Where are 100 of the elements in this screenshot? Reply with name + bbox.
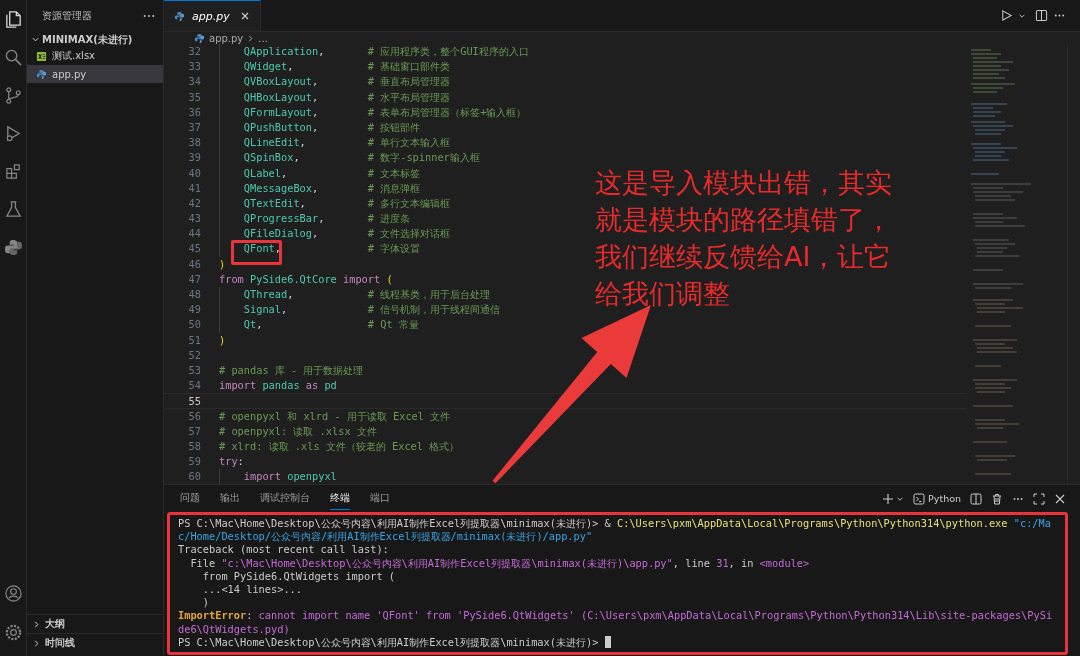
- files-icon[interactable]: [3, 10, 23, 29]
- code-line: QFormLayout, # 表单布局管理器（标签+输入框）: [243, 104, 527, 120]
- add-icon[interactable]: [882, 492, 895, 505]
- line-number: 59: [187, 454, 201, 470]
- branch-icon[interactable]: [3, 86, 23, 105]
- terminal-profile-button[interactable]: Python: [913, 492, 961, 505]
- line-number: 44: [187, 226, 201, 242]
- terminal-line: PS C:\Mac\Home\Desktop\公众号内容\利用AI制作Excel列提取器\minimax(未进行)>: [178, 635, 1058, 650]
- panel-tab[interactable]: 端口: [370, 487, 390, 510]
- line-number: 57: [187, 423, 201, 439]
- sidebar-section[interactable]: 时间线: [27, 633, 163, 652]
- settings-icon[interactable]: [3, 623, 23, 642]
- sidebar-section[interactable]: 大纲: [27, 614, 163, 633]
- extensions-icon[interactable]: [3, 162, 23, 181]
- sidebar-title: 资源管理器: [42, 9, 92, 23]
- line-number: 60: [187, 469, 201, 484]
- line-number: 55: [187, 394, 201, 408]
- code-line: ): [219, 332, 226, 348]
- code-line: ): [219, 256, 226, 272]
- line-number: 56: [187, 408, 201, 424]
- line-number: 42: [187, 195, 201, 211]
- code-line: # openpyxl: 读取 .xlsx 文件: [219, 423, 377, 439]
- flask-icon[interactable]: [3, 200, 23, 219]
- panel-tab[interactable]: 输出: [220, 487, 240, 510]
- code-line: QVBoxLayout, # 垂直布局管理器: [243, 74, 451, 90]
- python-file-icon: [174, 10, 185, 22]
- line-number: 36: [187, 104, 201, 120]
- code-line: QPushButton, # 按钮部件: [243, 119, 421, 135]
- code-line: Signal, # 信号机制，用于线程间通信: [243, 302, 501, 318]
- file-item[interactable]: 测试.xlsx: [27, 47, 163, 65]
- terminal-line: Traceback (most recent call last):: [178, 543, 390, 557]
- code-line: QTextEdit, # 多行文本编辑框: [243, 195, 451, 211]
- terminal-line: from PySide6.QtWidgets import (: [201, 569, 396, 583]
- terminal-line: PS C:\Mac\Home\Desktop\公众号内容\利用AI制作Excel列提取器\minimax(未进行)> & C:\Users\pxm\AppData\Local\Programs\Python\Python314\python.exe "c:/Mac/Home/Desktop/公众号内容/利用AI制作Excel列提取器/minimax(未进行)/app.py": [178, 517, 1052, 544]
- panel-tab[interactable]: 调试控制台: [260, 487, 310, 510]
- line-number: 54: [187, 378, 201, 394]
- editor-tab[interactable]: app.py: [164, 0, 261, 31]
- line-number: 41: [187, 180, 201, 196]
- code-line: # xlrd: 读取 .xls 文件（较老的 Excel 格式）: [219, 438, 460, 454]
- line-number: 33: [187, 59, 201, 75]
- code-line: # pandas 库 - 用于数据处理: [219, 362, 364, 378]
- code-line: import pandas as pd: [219, 378, 337, 394]
- more-icon[interactable]: [143, 14, 155, 18]
- file-item[interactable]: app.py: [27, 65, 163, 83]
- line-number: 51: [187, 332, 201, 348]
- terminal-line: ): [201, 596, 210, 610]
- breadcrumb-item[interactable]: ...: [258, 32, 268, 44]
- line-number: 47: [187, 271, 201, 287]
- code-line: QFont, # 字体设置: [243, 241, 421, 257]
- code-line: Qt, # Qt 常量: [243, 317, 419, 333]
- line-number: 45: [187, 241, 201, 257]
- folder-name[interactable]: MINIMAX(未进行): [42, 32, 133, 47]
- line-number: 32: [187, 44, 201, 59]
- code-line: # openpyxl 和 xlrd - 用于读取 Excel 文件: [219, 408, 451, 424]
- terminal-line: ImportError: cannot import name 'QFont' from 'PySide6.QtWidgets' (C:\Users\pxm\AppData\Local\Programs\Python\Python314\Lib\site-packages\PySide6\QtWidgets.pyd): [178, 609, 1054, 636]
- line-number: 52: [187, 347, 201, 363]
- trash-icon[interactable]: [991, 492, 1003, 505]
- panel-tab[interactable]: 问题: [180, 487, 200, 510]
- code-line: QApplication, # 应用程序类，整个GUI程序的入口: [243, 44, 529, 59]
- line-number: 40: [187, 165, 201, 181]
- code-line: QLineEdit, # 单行文本输入框: [243, 135, 451, 151]
- python-icon[interactable]: [3, 238, 23, 257]
- line-number: 38: [187, 135, 201, 151]
- maximize-icon[interactable]: [1033, 492, 1045, 505]
- code-line: QSpinBox, # 数字-spinner输入框: [243, 150, 480, 166]
- code-line: QThread, # 线程基类，用于后台处理: [243, 287, 491, 302]
- line-number: 39: [187, 150, 201, 166]
- split-editor-icon[interactable]: [1035, 9, 1048, 22]
- line-number: 46: [187, 256, 201, 272]
- breadcrumb-item[interactable]: app.py: [209, 32, 244, 44]
- python-file-icon: [36, 68, 47, 80]
- code-line: QHBoxLayout, # 水平布局管理器: [243, 89, 451, 105]
- close-icon[interactable]: [240, 11, 250, 21]
- chevron-icon: [247, 33, 255, 43]
- code-line: QFileDialog, # 文件选择对话框: [243, 226, 451, 242]
- search-icon[interactable]: [3, 48, 23, 67]
- terminal-line: File "c:\Mac\Home\Desktop\公众号内容\利用AI制作Excel列提取器\minimax(未进行)\app.py", line 31, in <module>: [189, 556, 811, 570]
- split-terminal-icon[interactable]: [970, 492, 982, 505]
- code-line: QWidget, # 基础窗口部件类: [243, 59, 451, 75]
- panel-tab[interactable]: 终端: [330, 487, 350, 510]
- line-number: 58: [187, 438, 201, 454]
- line-number: 53: [187, 362, 201, 378]
- chevron-icon[interactable]: [31, 35, 40, 44]
- line-number: 37: [187, 119, 201, 135]
- code-line: QLabel, # 文本标签: [243, 165, 421, 181]
- line-number: 34: [187, 74, 201, 90]
- spreadsheet-icon: [36, 50, 47, 62]
- python-file-icon: [194, 32, 205, 44]
- code-line: import openpyxl: [243, 469, 337, 484]
- code-line: try:: [219, 454, 244, 470]
- code-line: QMessageBox, # 消息弹框: [243, 180, 421, 196]
- terminal-icon: [913, 492, 926, 505]
- code-line: from PySide6.QtCore import (: [219, 271, 393, 287]
- run-icon[interactable]: [1000, 9, 1013, 22]
- line-number: 35: [187, 89, 201, 105]
- line-number: 50: [187, 317, 201, 333]
- close-icon[interactable]: [1054, 492, 1066, 505]
- line-number: 48: [187, 287, 201, 302]
- account-icon[interactable]: [3, 584, 23, 603]
- code-line: QProgressBar, # 进度条: [243, 211, 411, 227]
